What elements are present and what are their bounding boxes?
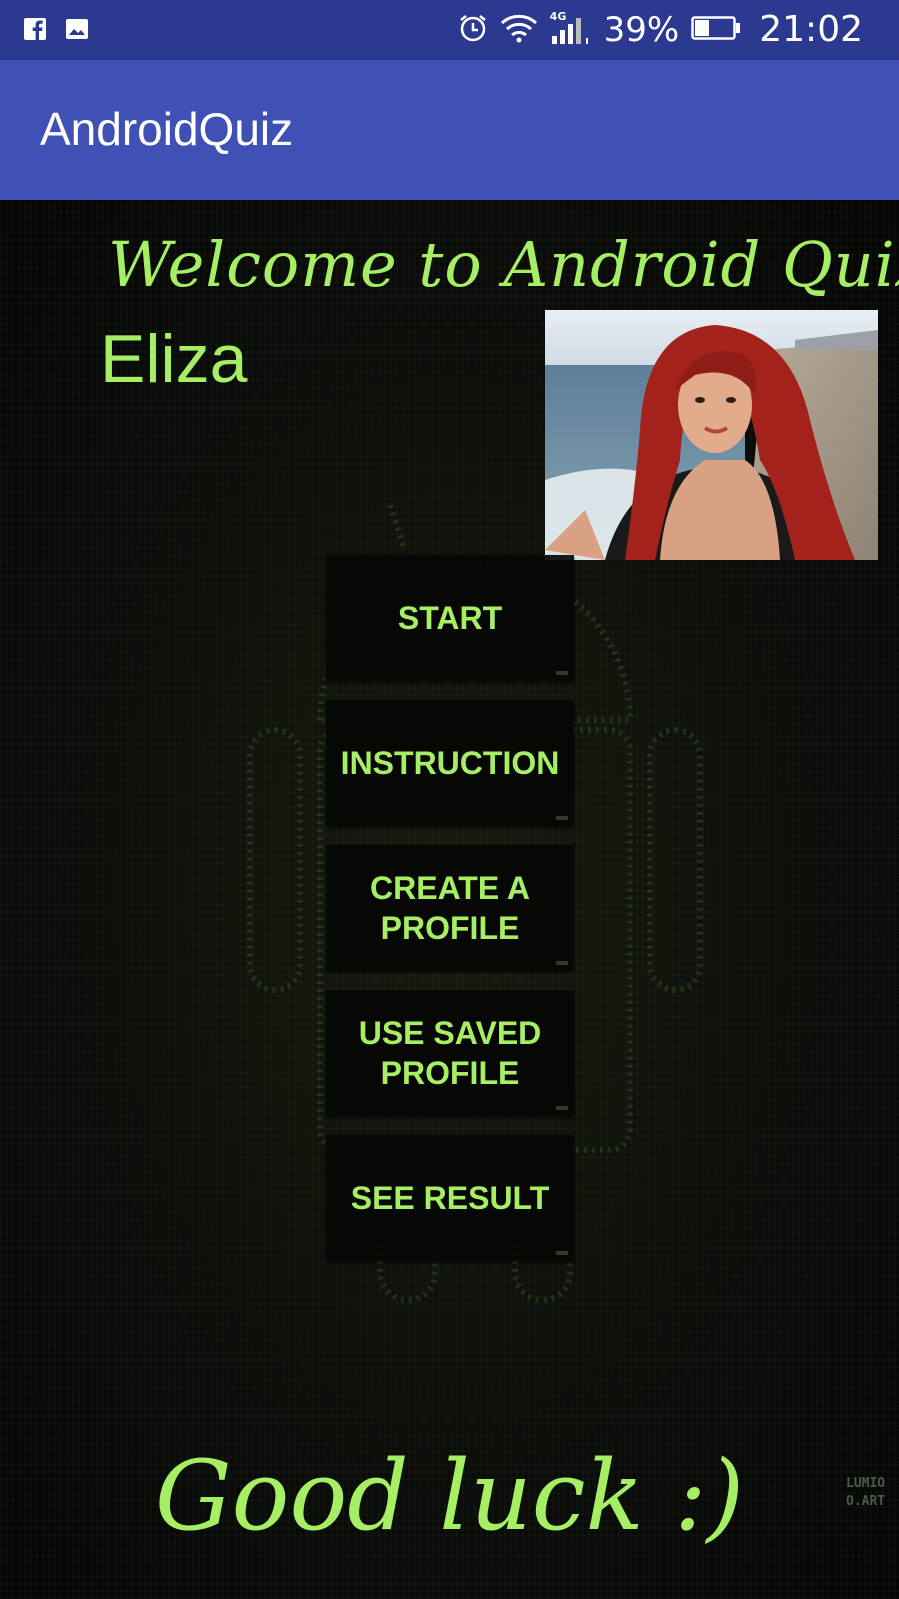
profile-photo [545,310,878,560]
good-luck-text: Good luck :) [154,1440,745,1552]
battery-icon [691,15,741,45]
app-title: AndroidQuiz [40,103,294,155]
see-result-button[interactable]: SEE RESULT [326,1135,574,1261]
wifi-icon [500,13,538,47]
main-screen: Welcome to Android Quiz Eliza START INST… [0,200,899,1599]
status-bar: 4G 39% 21:02 [0,0,899,60]
create-profile-button[interactable]: CREATE A PROFILE [326,845,574,971]
gallery-icon [64,16,90,42]
clock: 21:02 [759,9,863,50]
welcome-heading: Welcome to Android Quiz [108,228,899,301]
network-type-label: 4G [549,10,567,23]
instruction-button[interactable]: INSTRUCTION [326,700,574,826]
alarm-icon [458,13,488,47]
facebook-icon [22,16,48,42]
use-saved-profile-button[interactable]: USE SAVED PROFILE [326,990,574,1116]
battery-percent: 39% [603,10,680,50]
start-button[interactable]: START [326,555,574,681]
app-bar: AndroidQuiz [0,60,899,200]
user-name: Eliza [100,321,248,397]
signal-icon: 4G [550,10,592,46]
